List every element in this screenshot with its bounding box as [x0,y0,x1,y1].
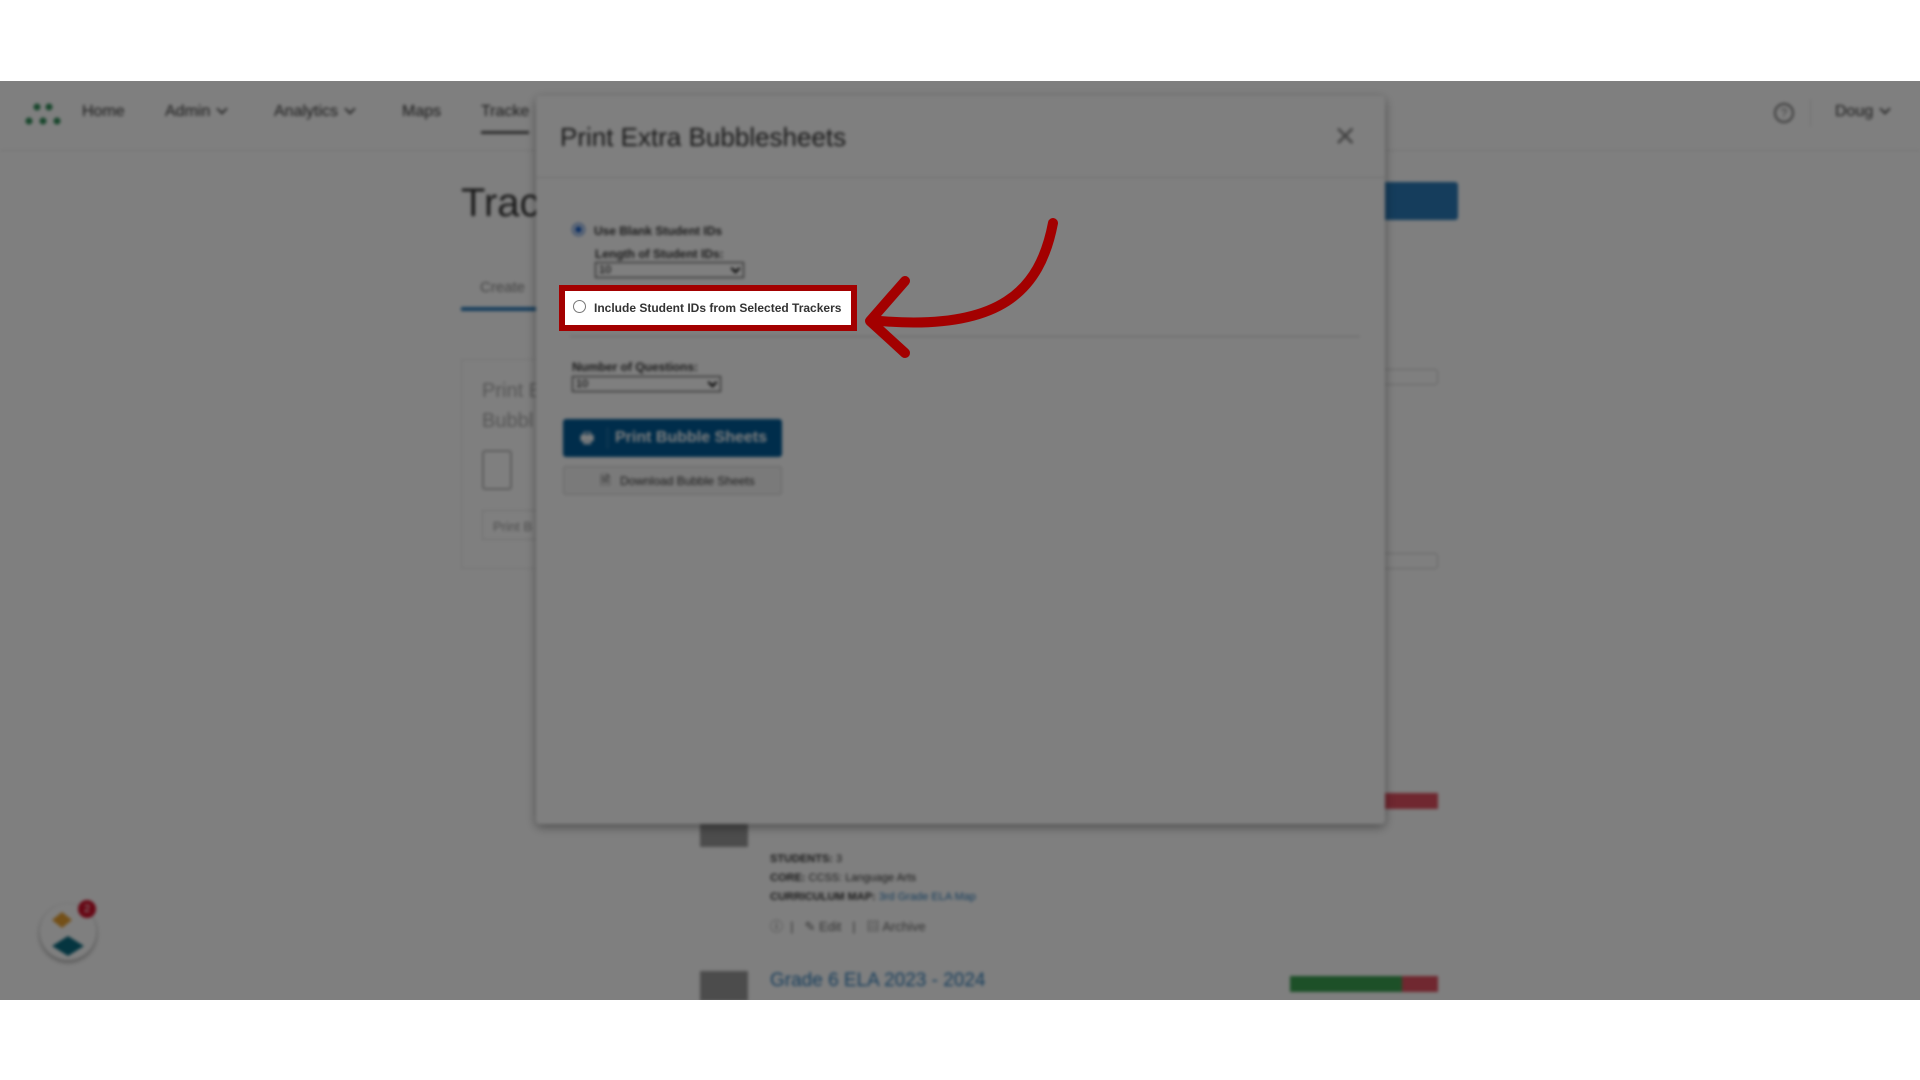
app-viewport: Home Admin Analytics Maps Tracke ? Doug … [0,81,1920,1000]
annotation-arrow-icon [865,218,1058,358]
